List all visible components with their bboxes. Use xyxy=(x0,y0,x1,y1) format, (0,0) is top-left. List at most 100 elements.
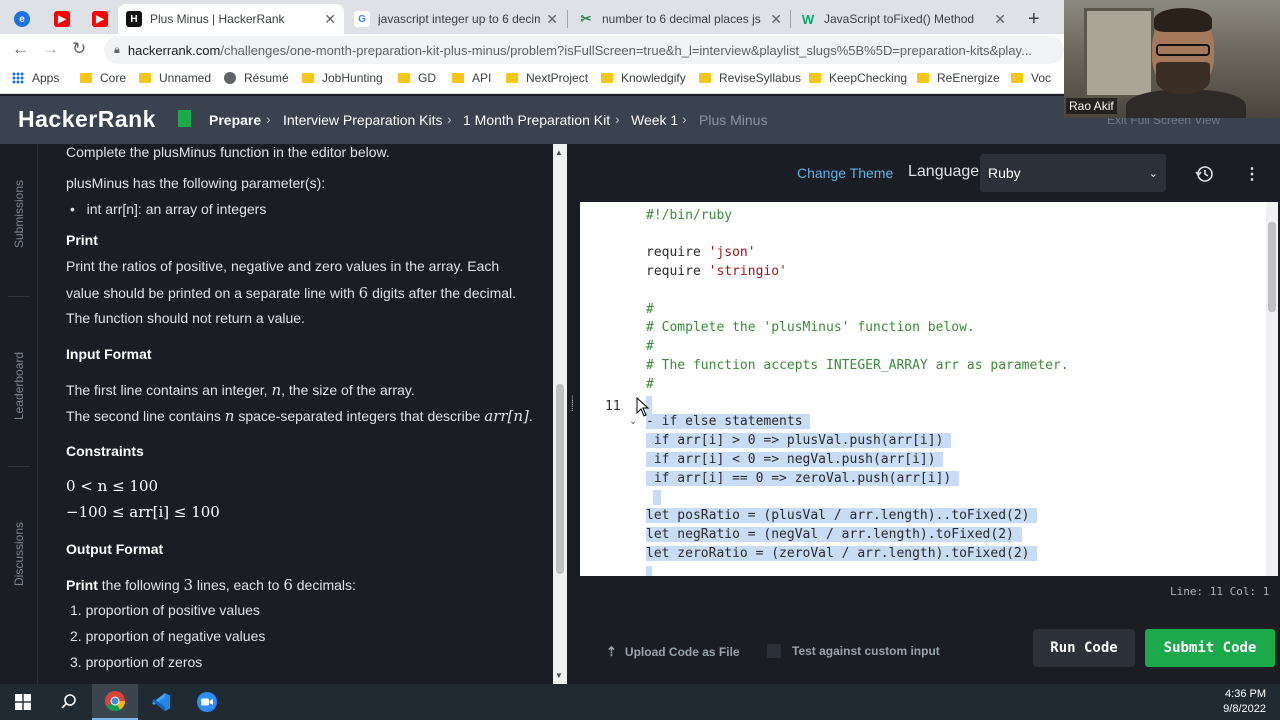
drag-handle-icon[interactable]: ⁞ ⁞ ⁞ xyxy=(571,396,575,414)
custom-input-checkbox[interactable] xyxy=(767,644,781,658)
bookmark-label: Voc xyxy=(1031,71,1052,85)
bookmark-revisesyllabus[interactable]: ReviseSyllabus xyxy=(699,71,801,85)
taskbar-vscode[interactable] xyxy=(138,684,184,720)
bookmark-knowledgify[interactable]: Knowledgify xyxy=(601,71,686,85)
taskbar-chrome[interactable] xyxy=(92,684,138,720)
breadcrumb-current: Plus Minus xyxy=(699,112,768,128)
panel-splitter[interactable]: ⁞ ⁞ ⁞ xyxy=(568,144,580,684)
text: digits after the decimal. xyxy=(368,285,517,301)
scrollbar-thumb[interactable] xyxy=(556,384,564,574)
bookmark-voc[interactable]: Voc xyxy=(1011,71,1051,85)
close-icon[interactable]: ✕ xyxy=(324,11,336,28)
upload-code-button[interactable]: ⇡ Upload Code as File xyxy=(606,644,740,660)
custom-input-label[interactable]: Test against custom input xyxy=(792,644,940,658)
tab-edge[interactable]: e xyxy=(6,4,42,34)
close-icon[interactable]: ✕ xyxy=(770,11,782,28)
chrome-icon xyxy=(105,691,126,712)
change-theme-link[interactable]: Change Theme xyxy=(797,165,893,181)
reload-icon[interactable]: ↻ xyxy=(72,39,86,59)
math-var: arr[n] xyxy=(484,407,529,425)
clock-time: 4:36 PM xyxy=(1225,688,1266,700)
scrollbar-thumb[interactable] xyxy=(1268,222,1276,312)
submit-code-button[interactable]: Submit Code xyxy=(1145,629,1275,667)
code-line-selected: if arr[i] < 0 => negVal.push(arr[i]) xyxy=(646,452,944,467)
bookmark-label: JobHunting xyxy=(322,71,383,85)
start-button[interactable] xyxy=(0,684,46,720)
breadcrumb-month-kit[interactable]: 1 Month Preparation Kit xyxy=(463,112,610,128)
breadcrumb-prepare[interactable]: Prepare xyxy=(209,112,261,128)
code-line: require 'json' xyxy=(646,245,756,260)
bookmark-reenergize[interactable]: ReEnergize xyxy=(917,71,1000,85)
bookmark-jobhunting[interactable]: JobHunting xyxy=(302,71,383,85)
forward-arrow-icon[interactable]: → xyxy=(42,39,59,59)
history-reset-icon[interactable] xyxy=(1195,164,1215,184)
bookmark-label: Unnamed xyxy=(159,71,212,85)
language-value: Ruby xyxy=(988,165,1021,181)
bookmark-keepchecking[interactable]: KeepChecking xyxy=(809,71,907,85)
youtube-icon: ▶ xyxy=(54,11,70,27)
tab-youtube-2[interactable]: ▶ xyxy=(84,4,120,34)
url-host: hackerrank.com xyxy=(127,42,221,58)
code-line-selected: - if else statements xyxy=(646,414,811,429)
output-heading: Output Format xyxy=(66,541,164,557)
editor-scrollbar[interactable] xyxy=(1266,202,1278,576)
tab-submissions[interactable]: Submissions xyxy=(0,176,38,248)
bookmark-gd[interactable]: GD xyxy=(398,71,436,85)
back-arrow-icon[interactable]: ← xyxy=(12,39,29,59)
webcam-name-label: Rao Akif xyxy=(1066,98,1117,114)
bookmark-apps[interactable]: Apps xyxy=(12,71,59,85)
bookmark-core[interactable]: Core xyxy=(80,71,126,85)
bookmark-api[interactable]: API xyxy=(452,71,491,85)
problem-scrollbar[interactable]: ▲ ▼ xyxy=(553,144,567,684)
bookmark-unnamed[interactable]: Unnamed xyxy=(139,71,211,85)
run-code-button[interactable]: Run Code xyxy=(1033,629,1135,667)
language-label: Language xyxy=(908,163,980,180)
hackerrank-logo[interactable]: HackerRank xyxy=(18,106,156,133)
line-number: 11 xyxy=(605,399,621,414)
windows-icon xyxy=(15,694,31,710)
tab-w3schools[interactable]: W JavaScript toFixed() Method ✕ xyxy=(792,4,1014,34)
tab-discussions[interactable]: Discussions xyxy=(0,514,38,586)
breadcrumb-interview-kits[interactable]: Interview Preparation Kits xyxy=(283,112,443,128)
bookmark-label: NextProject xyxy=(526,71,589,85)
close-icon[interactable]: ✕ xyxy=(994,11,1006,28)
input-line-1: The first line contains an integer, n, t… xyxy=(66,381,415,399)
output-item: 1. proportion of positive values xyxy=(70,602,260,618)
close-icon[interactable]: ✕ xyxy=(546,11,558,28)
folder-icon xyxy=(506,73,518,83)
tab-google-search[interactable]: G javascript integer up to 6 decima ✕ xyxy=(346,4,566,34)
param-text: int arr[n]: an array of integers xyxy=(86,201,267,217)
code-editor[interactable]: #!/bin/ruby require 'json' require 'stri… xyxy=(579,202,1278,576)
bookmark-resume[interactable]: Résumé xyxy=(224,71,289,85)
tab-plus-minus[interactable]: H Plus Minus | HackerRank ✕ xyxy=(118,4,344,34)
bookmark-nextproject[interactable]: NextProject xyxy=(506,71,588,85)
windows-taskbar: 4:36 PM 9/8/2022 xyxy=(0,684,1280,720)
text: the following xyxy=(97,577,184,593)
edge-icon: e xyxy=(14,11,30,27)
tab-codegrepper[interactable]: ✂ number to 6 decimal places js Co ✕ xyxy=(570,4,790,34)
side-tab-label: Submissions xyxy=(12,179,26,248)
scroll-down-icon[interactable]: ▼ xyxy=(555,671,563,680)
problem-panel: Submissions Leaderboard Discussions Comp… xyxy=(0,144,568,684)
fold-chevron-icon[interactable]: ⌄ xyxy=(629,416,637,427)
code-comment: #!/bin/ruby xyxy=(646,208,733,223)
taskbar-zoom[interactable] xyxy=(184,684,230,720)
more-vertical-icon[interactable]: ⋮ xyxy=(1244,164,1260,184)
system-clock[interactable]: 4:36 PM 9/8/2022 xyxy=(1223,687,1266,717)
scroll-up-icon[interactable]: ▲ xyxy=(555,148,563,157)
folder-icon xyxy=(398,73,410,83)
breadcrumb-week-1[interactable]: Week 1 xyxy=(631,112,678,128)
new-tab-button[interactable]: + xyxy=(1020,4,1050,34)
text: decimals: xyxy=(292,577,356,593)
tab-leaderboard[interactable]: Leaderboard xyxy=(0,340,38,420)
code-string: 'stringio' xyxy=(708,264,787,279)
folder-icon xyxy=(139,73,151,83)
code-line: # Complete the 'plusMinus' function belo… xyxy=(646,320,975,335)
text: lines, each to xyxy=(193,577,284,593)
search-button[interactable] xyxy=(46,684,92,720)
language-select[interactable]: Ruby ⌄ xyxy=(980,154,1166,192)
url-bar[interactable]: 🔒︎ hackerrank.com /challenges/one-month-… xyxy=(104,36,1064,64)
breadcrumb-separator: › xyxy=(615,111,620,127)
text-bold: Print xyxy=(66,577,98,593)
tab-youtube-1[interactable]: ▶ xyxy=(46,4,82,34)
